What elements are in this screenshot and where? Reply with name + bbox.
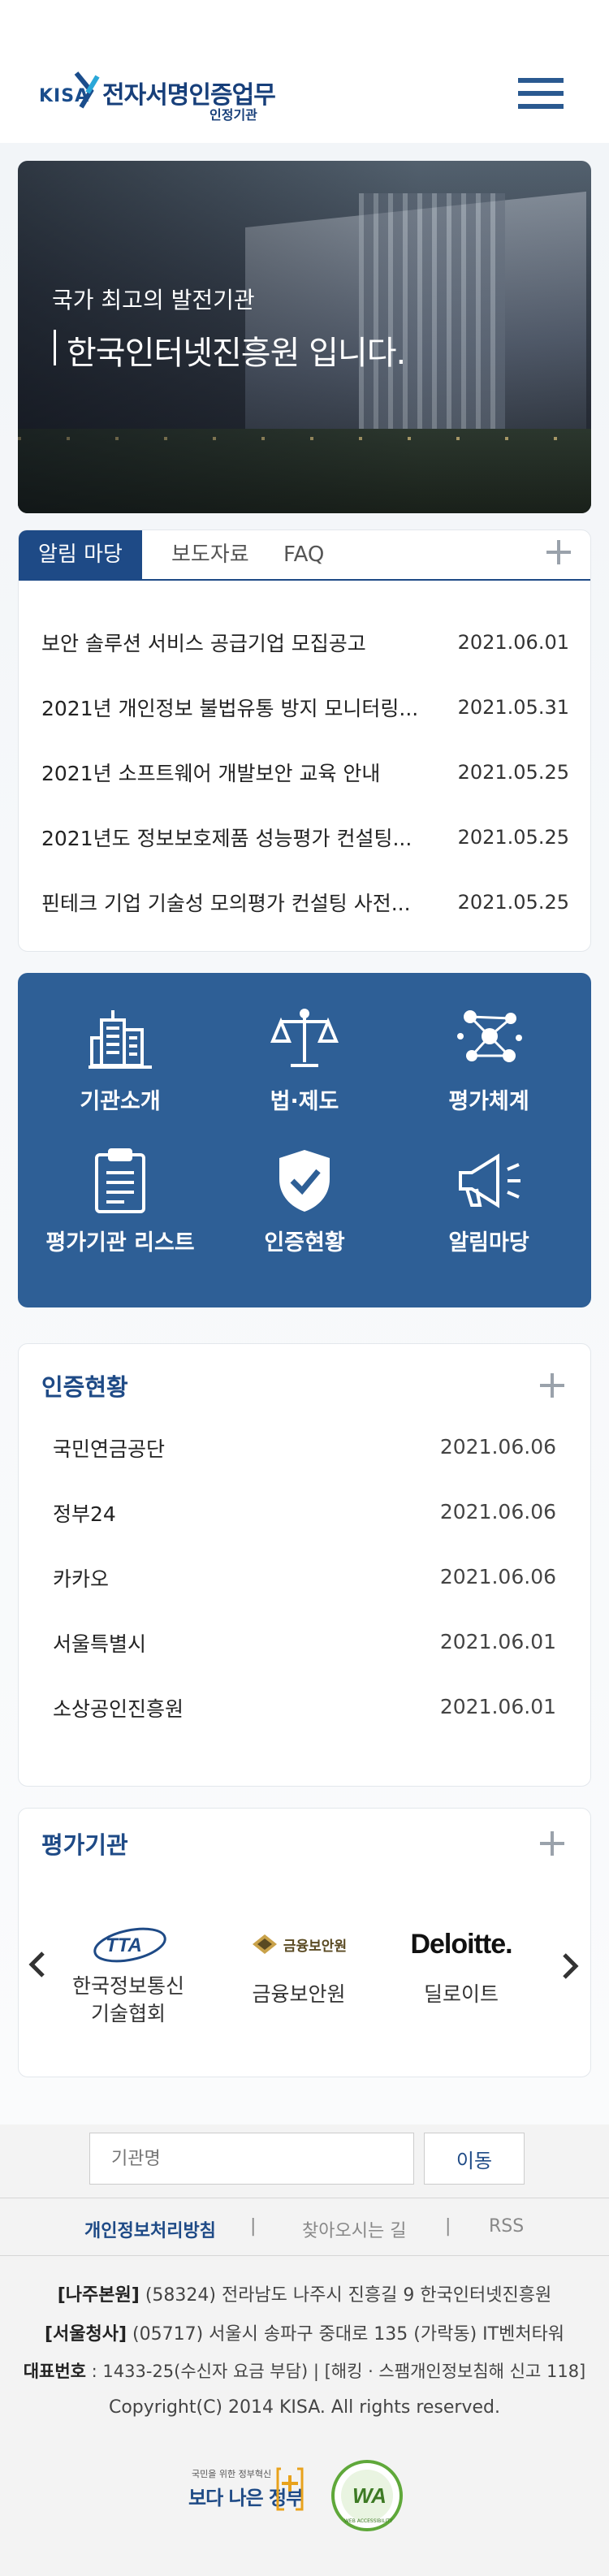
list-item[interactable]: 소상공인진흥원 2021.06.01 [53, 1693, 556, 1726]
quick-item-eval-list[interactable]: 평가기관 리스트 [31, 1147, 209, 1293]
org-search-input[interactable] [89, 2133, 414, 2185]
scale-icon [270, 1009, 339, 1067]
list-item[interactable]: 보안 솔루션 서비스 공급기업 모집공고 2021.06.01 [41, 628, 569, 660]
fsec-logo: 금융보안원 [230, 1924, 368, 1964]
eval-org-fsec[interactable]: 금융보안원 금융보안원 [230, 1924, 368, 2038]
clipboard-list-icon [95, 1148, 145, 1213]
hero-banner: 국가 최고의 발전기관 한국인터넷진흥원 입니다. [18, 161, 591, 513]
certification-title: 인증현황 [41, 1373, 128, 1401]
tab-press[interactable]: 보도자료 [171, 530, 249, 579]
header: KISA 전자서명인증업무 인정기관 [0, 0, 609, 143]
footer-links: 개인정보처리방침 | 찾아오시는 길 | RSS [0, 2198, 609, 2256]
list-item[interactable]: 2021년 소프트웨어 개발보안 교육 안내 2021.05.25 [41, 758, 569, 790]
certification-more-icon[interactable] [540, 1373, 564, 1398]
tab-faq[interactable]: FAQ [283, 530, 324, 579]
site-logo[interactable]: KISA 전자서명인증업무 인정기관 [39, 70, 283, 127]
tab-notice[interactable]: 알림 마당 [19, 530, 142, 579]
chevron-left-icon[interactable] [25, 1948, 50, 1981]
deloitte-logo: Deloitte. [410, 1929, 512, 1960]
building-icon [89, 1010, 152, 1069]
shield-check-icon [279, 1150, 330, 1212]
eval-org-deloitte[interactable]: Deloitte. 딜로이트 [392, 1924, 530, 2038]
rss-link[interactable]: RSS [489, 2216, 524, 2237]
evaluation-title: 평가기관 [41, 1831, 128, 1859]
address-naju: [나주본원] (58324) 전라남도 나주시 진흥길 9 한국인터넷진흥원 [57, 2285, 552, 2306]
quick-item-cert[interactable]: 인증현황 [215, 1147, 394, 1293]
tta-logo: TTA [93, 1927, 166, 1963]
notice-more-icon[interactable] [546, 540, 571, 564]
copyright: Copyright(C) 2014 KISA. All rights reser… [108, 2397, 500, 2418]
certification-badges: 국민을 위한 정부혁신 보다 나은 정부 WA WEB ACCESSIBILIT… [185, 2459, 429, 2532]
logo-subtitle: 인정기관 [209, 107, 257, 123]
quick-menu: 기관소개 법·제도 평가체계 평가기관 리스트 인증현황 알림마당 [18, 973, 591, 1307]
address-seoul: [서울청사] (05717) 서울시 송파구 중대로 135 (가락동) IT벤… [44, 2324, 565, 2345]
evaluation-panel: 평가기관 TTA 한국정보통신 기술협회 금융보안원 금융보안원 Deloitt… [18, 1808, 591, 2077]
network-icon [457, 1010, 522, 1062]
evaluation-more-icon[interactable] [540, 1831, 564, 1856]
list-item[interactable]: 2021년도 정보보호제품 성능평가 컨설팅... 2021.05.25 [41, 823, 569, 855]
certification-panel: 인증현황 국민연금공단 2021.06.06 정부24 2021.06.06 카… [18, 1343, 591, 1787]
hero-subtitle: 국가 최고의 발전기관 [52, 287, 255, 313]
list-item[interactable]: 국민연금공단 2021.06.06 [53, 1433, 556, 1466]
notice-tabs: 알림 마당 보도자료 FAQ [19, 530, 590, 581]
quick-item-system[interactable]: 평가체계 [400, 1005, 578, 1152]
quick-item-intro[interactable]: 기관소개 [31, 1005, 209, 1152]
notice-panel: 알림 마당 보도자료 FAQ 보안 솔루션 서비스 공급기업 모집공고 2021… [18, 529, 591, 952]
list-item[interactable]: 정부24 2021.06.06 [53, 1498, 556, 1531]
directions-link[interactable]: 찾아오시는 길 [302, 2216, 406, 2242]
quick-item-law[interactable]: 법·제도 [215, 1005, 394, 1152]
chevron-right-icon[interactable] [558, 1950, 582, 1982]
svg-text:WA: WA [352, 2483, 387, 2508]
better-government-badge: 국민을 위한 정부혁신 보다 나은 정부 [188, 2467, 304, 2511]
hero-title: 한국인터넷진흥원 입니다. [67, 335, 406, 372]
svg-text:TTA: TTA [106, 1934, 142, 1956]
quick-item-notice[interactable]: 알림마당 [400, 1147, 578, 1293]
menu-icon[interactable] [518, 78, 564, 114]
eval-org-tta[interactable]: TTA 한국정보통신 기술협회 [59, 1924, 197, 2038]
list-item[interactable]: 2021년 개인정보 불법유통 방지 모니터링... 2021.05.31 [41, 693, 569, 725]
web-accessibility-badge: WA WEB ACCESSIBILITY [331, 2460, 403, 2531]
svg-text:WEB ACCESSIBILITY: WEB ACCESSIBILITY [344, 2518, 393, 2524]
go-button[interactable]: 이동 [424, 2133, 525, 2185]
privacy-policy-link[interactable]: 개인정보처리방침 [84, 2216, 216, 2242]
logo-swoosh-icon [74, 71, 100, 109]
list-item[interactable]: 서울특별시 2021.06.01 [53, 1628, 556, 1661]
phone-info: 대표번호 : 1433-25(수신자 요금 부담) | [해킹 · 스팸개인정보… [23, 2362, 586, 2381]
megaphone-icon [459, 1153, 520, 1208]
list-item[interactable]: 카카오 2021.06.06 [53, 1563, 556, 1596]
list-item[interactable]: 핀테크 기업 기술성 모의평가 컨설팅 사전... 2021.05.25 [41, 888, 569, 920]
